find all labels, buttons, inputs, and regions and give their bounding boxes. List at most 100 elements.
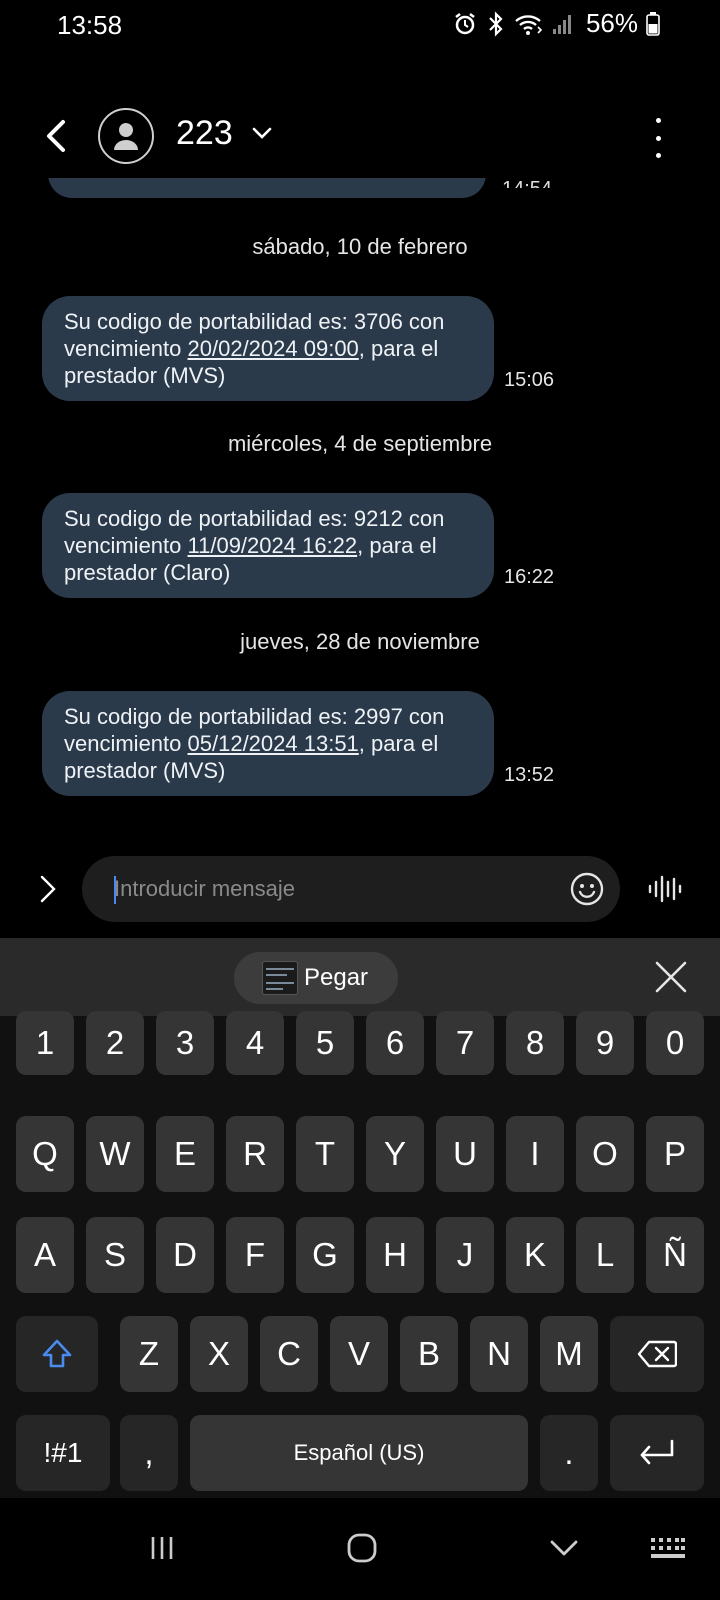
key-q[interactable]: Q xyxy=(16,1116,74,1192)
message-bubble[interactable]: Su codigo de portabilidad es: 9212 con v… xyxy=(42,493,494,598)
date-link[interactable]: 11/09/2024 16:22 xyxy=(188,533,358,558)
message-input-wrapper[interactable] xyxy=(82,856,620,922)
key-j[interactable]: J xyxy=(436,1217,494,1293)
key-7[interactable]: 7 xyxy=(436,1011,494,1075)
key-d[interactable]: D xyxy=(156,1217,214,1293)
key-m[interactable]: M xyxy=(540,1316,598,1392)
key-l[interactable]: L xyxy=(576,1217,634,1293)
more-options-icon xyxy=(655,118,661,123)
key-k[interactable]: K xyxy=(506,1217,564,1293)
message-composer xyxy=(0,854,720,924)
paste-button[interactable]: Pegar xyxy=(234,952,398,1004)
message-time: 16:22 xyxy=(504,566,555,588)
message-bubble[interactable]: Su codigo de portabilidad es: 3706 con v… xyxy=(42,296,494,401)
key-b[interactable]: B xyxy=(400,1316,458,1392)
recents-icon xyxy=(151,1537,173,1559)
key-y[interactable]: Y xyxy=(366,1116,424,1192)
key-2[interactable]: 2 xyxy=(86,1011,144,1075)
chevron-right-icon xyxy=(40,875,56,903)
key-o[interactable]: O xyxy=(576,1116,634,1192)
key-n[interactable]: N xyxy=(470,1316,528,1392)
message-bubble-partial[interactable] xyxy=(48,178,486,198)
bluetooth-icon xyxy=(486,10,506,37)
key-v[interactable]: V xyxy=(330,1316,388,1392)
key-h[interactable]: H xyxy=(366,1217,424,1293)
shift-key[interactable] xyxy=(16,1316,98,1392)
key-3[interactable]: 3 xyxy=(156,1011,214,1075)
backspace-key[interactable] xyxy=(610,1316,704,1392)
wifi-icon xyxy=(514,11,544,37)
alarm-icon xyxy=(452,11,478,37)
key-5[interactable]: 5 xyxy=(296,1011,354,1075)
date-divider: jueves, 28 de noviembre xyxy=(240,629,480,654)
key-e[interactable]: E xyxy=(156,1116,214,1192)
keyboard-toolbar: Pegar xyxy=(0,938,720,1016)
keyboard-switch-icon xyxy=(651,1538,685,1558)
symbols-key[interactable]: !#1 xyxy=(16,1415,110,1491)
battery-text: 56% xyxy=(585,8,638,38)
contact-name[interactable]: 223 xyxy=(176,114,233,153)
message-bubble[interactable]: Su codigo de portabilidad es: 2997 con v… xyxy=(42,691,494,796)
back-button[interactable] xyxy=(36,114,76,158)
date-link[interactable]: 20/02/2024 09:00 xyxy=(188,336,359,361)
status-time: 13:58 xyxy=(57,10,123,40)
text-cursor xyxy=(114,876,116,904)
comma-key[interactable]: , xyxy=(120,1415,178,1491)
message-list[interactable]: 14:54 sábado, 10 de febrero Su codigo de… xyxy=(0,178,720,818)
key-1[interactable]: 1 xyxy=(16,1011,74,1075)
avatar[interactable] xyxy=(98,108,154,164)
close-icon[interactable] xyxy=(652,958,690,996)
message-time: 15:06 xyxy=(504,369,555,391)
paste-label: Pegar xyxy=(304,964,369,991)
key-f[interactable]: F xyxy=(226,1217,284,1293)
date-divider: miércoles, 4 de septiembre xyxy=(227,431,493,456)
keyboard-switch-button[interactable] xyxy=(646,1528,690,1568)
key-n-tilde[interactable]: Ñ xyxy=(646,1217,704,1293)
key-c[interactable]: C xyxy=(260,1316,318,1392)
date-divider: sábado, 10 de febrero xyxy=(252,234,468,259)
emoji-icon[interactable] xyxy=(568,870,606,908)
key-9[interactable]: 9 xyxy=(576,1011,634,1075)
voice-input-icon[interactable] xyxy=(646,872,686,906)
key-s[interactable]: S xyxy=(86,1217,144,1293)
key-a[interactable]: A xyxy=(16,1217,74,1293)
date-link[interactable]: 05/12/2024 13:51 xyxy=(188,731,359,756)
message-time: 13:52 xyxy=(504,764,555,786)
key-4[interactable]: 4 xyxy=(226,1011,284,1075)
message-input[interactable] xyxy=(114,856,544,922)
recents-button[interactable] xyxy=(142,1528,182,1568)
home-icon xyxy=(347,1533,377,1563)
key-6[interactable]: 6 xyxy=(366,1011,424,1075)
key-g[interactable]: G xyxy=(296,1217,354,1293)
more-options-button[interactable] xyxy=(648,118,668,158)
clipboard-thumbnail xyxy=(262,961,298,995)
back-icon xyxy=(47,120,65,152)
message-time-partial: 14:54 xyxy=(502,178,562,188)
backspace-icon xyxy=(637,1340,677,1368)
chevron-down-icon[interactable] xyxy=(252,126,272,140)
key-w[interactable]: W xyxy=(86,1116,144,1192)
conversation-header: 223 xyxy=(0,100,720,174)
key-t[interactable]: T xyxy=(296,1116,354,1192)
key-8[interactable]: 8 xyxy=(506,1011,564,1075)
home-button[interactable] xyxy=(340,1528,384,1568)
status-icons: 56% xyxy=(452,8,660,39)
enter-key[interactable] xyxy=(610,1415,704,1491)
hide-keyboard-button[interactable] xyxy=(542,1528,586,1568)
system-nav-bar xyxy=(0,1498,720,1600)
signal-icon xyxy=(552,11,574,37)
key-u[interactable]: U xyxy=(436,1116,494,1192)
key-z[interactable]: Z xyxy=(120,1316,178,1392)
key-p[interactable]: P xyxy=(646,1116,704,1192)
period-key[interactable]: . xyxy=(540,1415,598,1491)
key-x[interactable]: X xyxy=(190,1316,248,1392)
key-r[interactable]: R xyxy=(226,1116,284,1192)
expand-button[interactable] xyxy=(36,872,60,906)
avatar-icon xyxy=(114,123,138,150)
key-0[interactable]: 0 xyxy=(646,1011,704,1075)
shift-icon xyxy=(42,1339,72,1368)
space-key[interactable]: Español (US) xyxy=(190,1415,528,1491)
key-i[interactable]: I xyxy=(506,1116,564,1192)
enter-icon xyxy=(640,1439,674,1465)
on-screen-keyboard: Pegar 1 2 3 4 5 6 7 8 9 0 Q W E R T Y U … xyxy=(0,938,720,1498)
